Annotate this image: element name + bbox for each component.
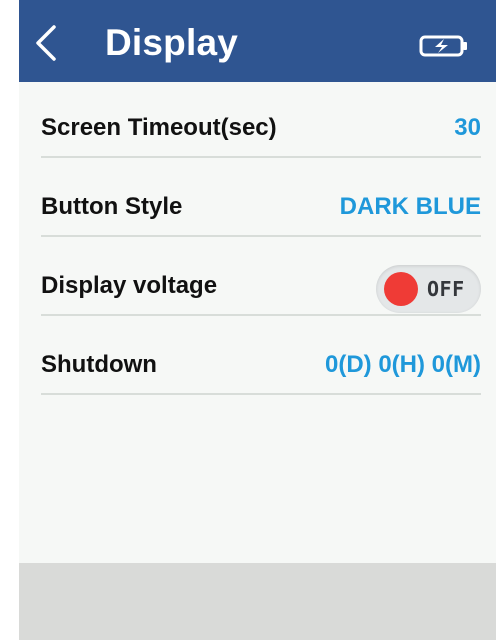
display-settings-screen: Display Screen Timeout(sec) 30 Button St… bbox=[19, 0, 496, 640]
setting-label-button-style: Button Style bbox=[41, 193, 183, 220]
display-voltage-toggle[interactable]: OFF bbox=[376, 265, 481, 313]
chevron-left-icon[interactable] bbox=[33, 25, 63, 61]
setting-row-display-voltage[interactable]: Display voltage OFF bbox=[41, 258, 481, 316]
app-header: Display bbox=[19, 0, 496, 82]
setting-row-screen-timeout[interactable]: Screen Timeout(sec) 30 bbox=[41, 100, 481, 158]
setting-value-button-style[interactable]: DARK BLUE bbox=[340, 191, 481, 223]
setting-label-shutdown: Shutdown bbox=[41, 351, 157, 378]
toggle-knob bbox=[384, 272, 418, 306]
setting-value-screen-timeout[interactable]: 30 bbox=[454, 112, 481, 144]
setting-row-button-style[interactable]: Button Style DARK BLUE bbox=[41, 179, 481, 237]
settings-list: Screen Timeout(sec) 30 Button Style DARK… bbox=[41, 100, 481, 416]
toggle-state-label: OFF bbox=[427, 277, 465, 301]
page-title: Display bbox=[105, 22, 239, 63]
setting-label-display-voltage: Display voltage bbox=[41, 272, 218, 299]
bottom-bar bbox=[19, 563, 496, 640]
setting-label-screen-timeout: Screen Timeout(sec) bbox=[41, 114, 277, 141]
battery-charging-icon bbox=[419, 34, 469, 58]
setting-row-shutdown[interactable]: Shutdown 0(D) 0(H) 0(M) bbox=[41, 337, 481, 395]
setting-value-shutdown[interactable]: 0(D) 0(H) 0(M) bbox=[325, 349, 481, 381]
